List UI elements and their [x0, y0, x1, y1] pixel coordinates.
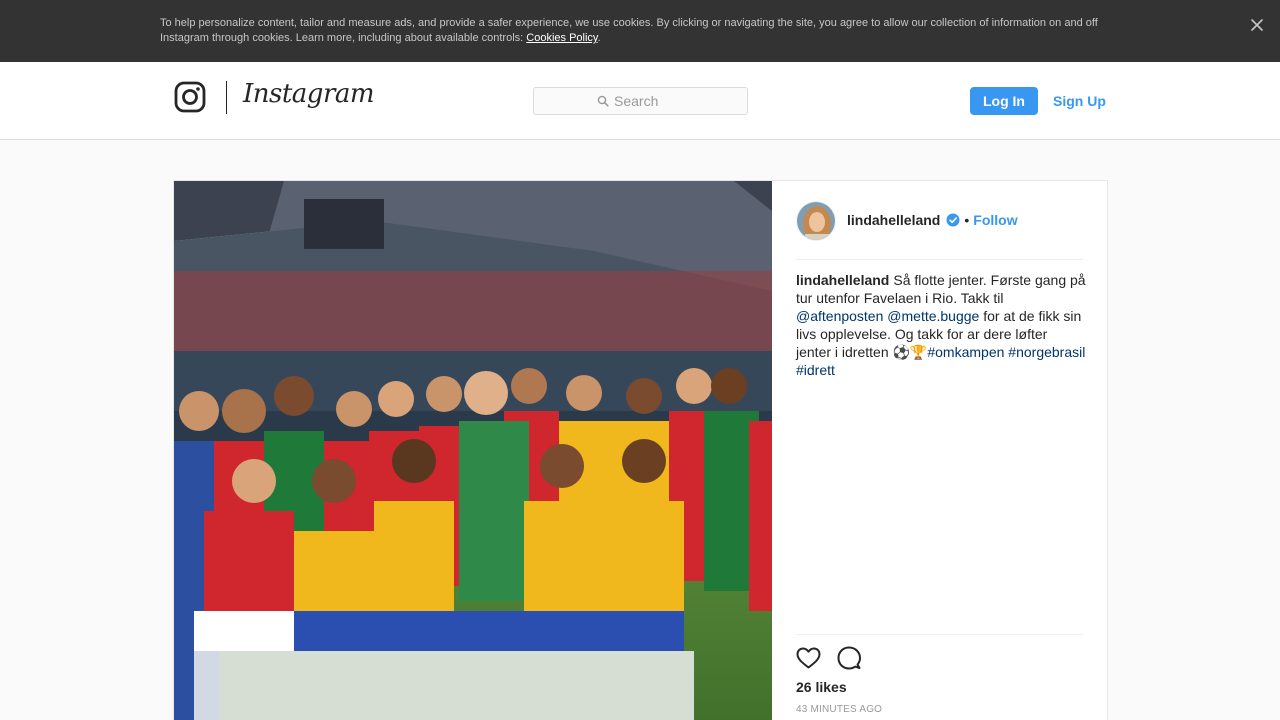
avatar[interactable] [796, 201, 836, 241]
post-card: lindahelleland • Follow lindahelleland Så… [173, 180, 1108, 720]
heart-icon[interactable] [796, 647, 821, 669]
search-box[interactable] [533, 87, 748, 115]
post-author-row: lindahelleland • Follow [847, 212, 1018, 228]
sign-up-link[interactable]: Sign Up [1053, 93, 1106, 109]
instagram-wordmark[interactable]: Instagram [243, 79, 375, 109]
cookie-banner: To help personalize content, tailor and … [0, 0, 1280, 62]
like-count[interactable]: 26 likes [796, 679, 847, 695]
cookies-policy-link[interactable]: Cookies Policy [526, 32, 597, 44]
divider [796, 634, 1083, 635]
search-icon [597, 95, 609, 107]
mention-link[interactable]: @aftenposten [796, 308, 883, 324]
author-username-link[interactable]: lindahelleland [847, 212, 940, 228]
post-caption: lindahelleland Så flotte jenter. Første g… [796, 271, 1086, 379]
cookie-banner-text: To help personalize content, tailor and … [160, 16, 1120, 46]
hashtag-link[interactable]: #idrett [796, 362, 835, 378]
post-photo[interactable] [174, 181, 772, 720]
search-input[interactable] [614, 93, 684, 109]
comment-icon[interactable] [837, 646, 861, 670]
logo-divider [226, 81, 227, 114]
divider [796, 259, 1083, 260]
post-sidebar: lindahelleland • Follow lindahelleland Så… [772, 181, 1107, 720]
hashtag-link[interactable]: #omkampen [927, 344, 1004, 360]
caption-username-link[interactable]: lindahelleland [796, 272, 889, 288]
separator-dot: • [964, 212, 970, 228]
cookie-message: To help personalize content, tailor and … [160, 17, 1098, 44]
mention-link[interactable]: @mette.bugge [887, 308, 979, 324]
post-timestamp[interactable]: 43 minutes ago [796, 704, 882, 715]
hashtag-link[interactable]: #norgebrasil [1008, 344, 1085, 360]
close-icon[interactable] [1247, 15, 1267, 35]
log-in-button[interactable]: Log In [970, 87, 1038, 115]
top-navigation-bar: Instagram Log In Sign Up [0, 62, 1280, 140]
follow-button[interactable]: Follow [973, 212, 1017, 228]
verified-badge-icon [946, 213, 960, 227]
instagram-glyph-icon[interactable] [174, 81, 206, 113]
team-photo-image [174, 181, 772, 720]
cookie-suffix: . [597, 32, 601, 44]
